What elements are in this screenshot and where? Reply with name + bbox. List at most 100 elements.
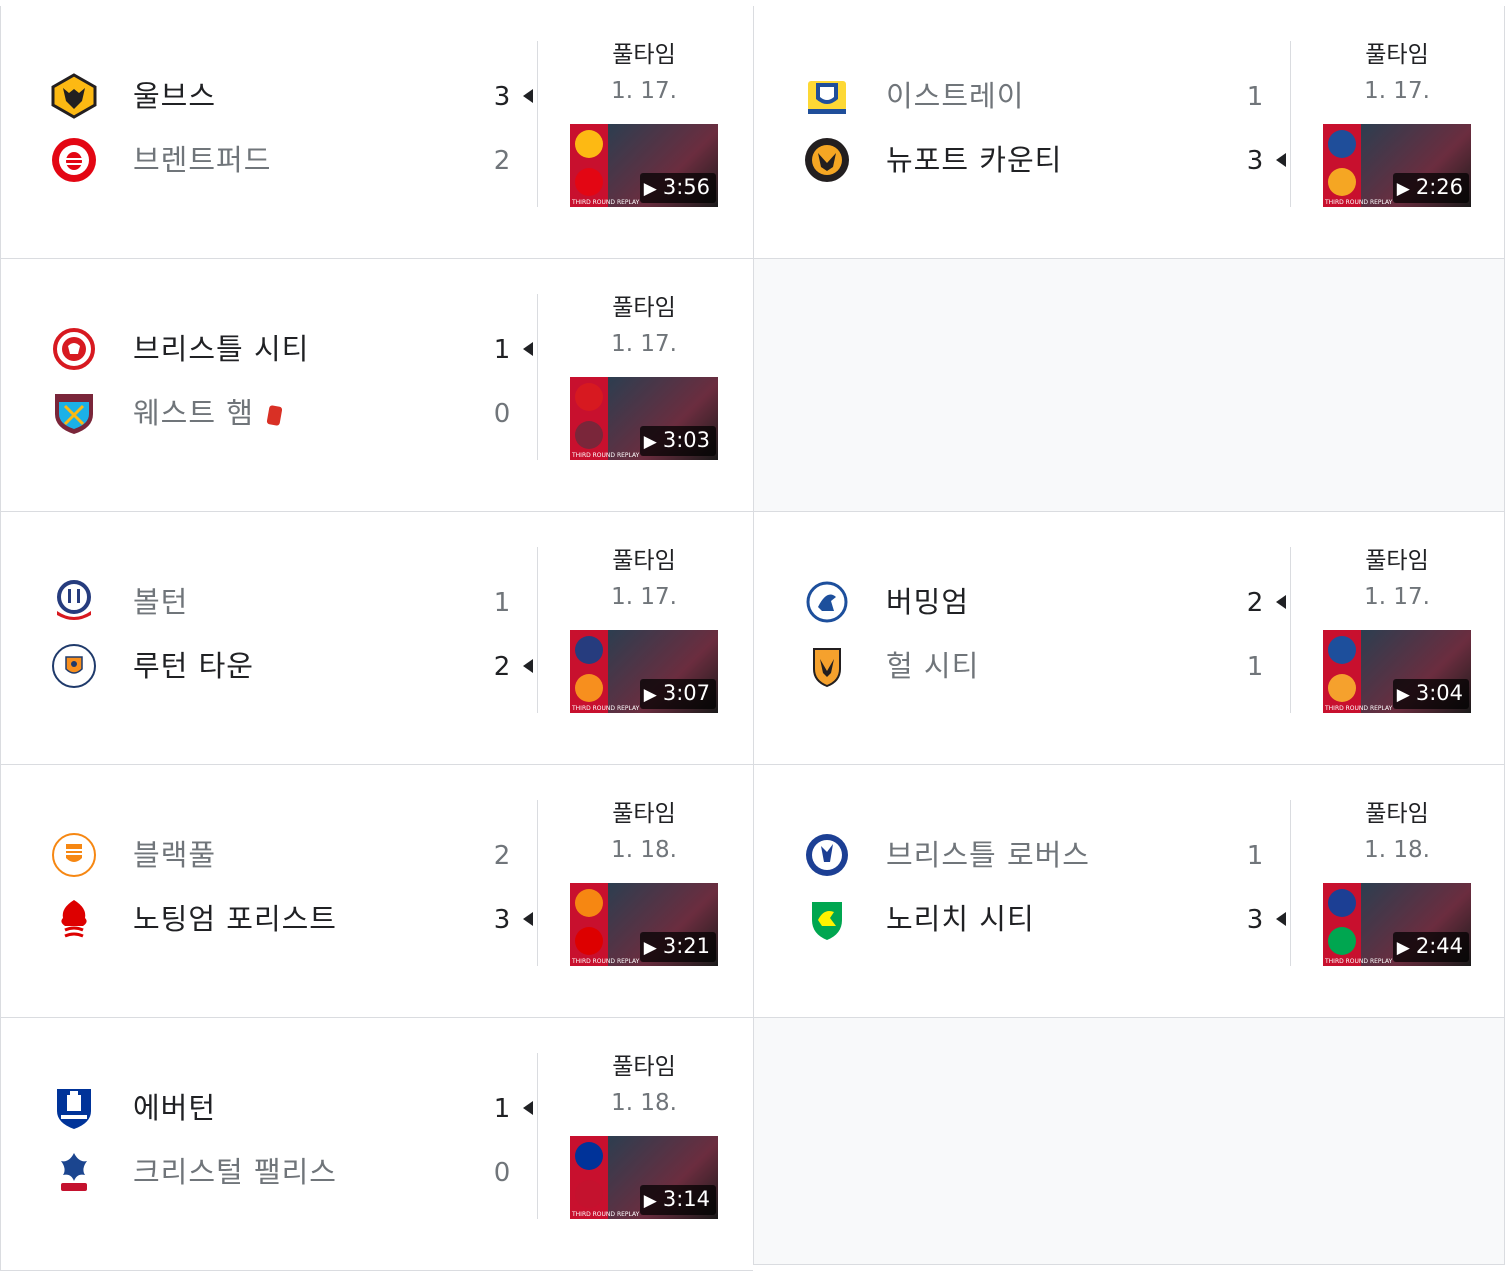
- team-name[interactable]: 노리치 시티: [886, 901, 1035, 937]
- video-duration: 3:04: [1415, 681, 1463, 705]
- highlight-video-thumbnail[interactable]: THIRD ROUND REPLAY ▶ 3:21: [570, 883, 718, 966]
- away-team-row[interactable]: 루턴 타운 2: [49, 640, 533, 692]
- play-icon: ▶: [643, 685, 657, 705]
- away-team-row[interactable]: 노팅엄 포리스트 3: [49, 893, 533, 945]
- home-team-row[interactable]: 블랙풀 2: [49, 829, 529, 881]
- match-status: 풀타임: [612, 548, 676, 574]
- video-caption: THIRD ROUND REPLAY: [572, 452, 640, 459]
- winner-arrow-icon: [523, 1101, 533, 1115]
- match-card[interactable]: 브리스틀 로버스 1 노리치 시티 3 풀타임 1. 18. THIRD ROUND REP…: [753, 765, 1505, 1018]
- bristol-city-crest-icon: [51, 326, 97, 372]
- team-name[interactable]: 울브스: [133, 78, 216, 114]
- team-name-label: 에버턴: [133, 1091, 217, 1125]
- play-icon: ▶: [643, 432, 657, 452]
- match-card[interactable]: 블랙풀 2 노팅엄 포리스트 3 풀타임 1. 18. THIRD ROUND REPLAY…: [0, 765, 753, 1018]
- winner-arrow-icon: [523, 659, 533, 673]
- match-card[interactable]: 이스트레이 1 뉴포트 카운티 3 풀타임 1. 17. THIRD ROUND REPLA…: [753, 6, 1505, 259]
- team-name[interactable]: 브리스틀 시티: [133, 331, 309, 367]
- highlight-video-thumbnail[interactable]: THIRD ROUND REPLAY ▶ 3:14: [570, 1136, 718, 1219]
- highlight-video-thumbnail[interactable]: THIRD ROUND REPLAY ▶ 3:56: [570, 124, 718, 207]
- team-score: 1: [1246, 841, 1264, 871]
- luton-town-crest-icon: [51, 643, 97, 689]
- play-icon: ▶: [1396, 685, 1410, 705]
- match-date: 1. 17.: [611, 331, 677, 357]
- away-team-row[interactable]: 뉴포트 카운티 3: [802, 134, 1286, 186]
- home-badge-icon: [575, 889, 603, 917]
- home-team-row[interactable]: 에버턴 1: [49, 1082, 533, 1134]
- match-date: 1. 17.: [611, 78, 677, 104]
- team-name[interactable]: 루턴 타운: [133, 648, 254, 684]
- match-date: 1. 17.: [611, 584, 677, 610]
- away-team-row[interactable]: 브렌트퍼드 2: [49, 134, 529, 186]
- video-caption: THIRD ROUND REPLAY: [572, 705, 640, 712]
- home-team-row[interactable]: 울브스 3: [49, 70, 533, 122]
- play-icon: ▶: [643, 938, 657, 958]
- team-name-label: 이스트레이: [886, 79, 1025, 113]
- home-team-row[interactable]: 이스트레이 1: [802, 70, 1282, 122]
- home-badge-icon: [1328, 889, 1356, 917]
- highlight-video-thumbnail[interactable]: THIRD ROUND REPLAY ▶ 3:04: [1323, 630, 1471, 713]
- away-team-row[interactable]: 헐 시티 1: [802, 640, 1282, 692]
- away-team-row[interactable]: 노리치 시티 3: [802, 893, 1286, 945]
- away-badge-icon: [1328, 927, 1356, 955]
- team-name[interactable]: 에버턴: [133, 1090, 216, 1126]
- highlight-video-thumbnail[interactable]: THIRD ROUND REPLAY ▶ 3:03: [570, 377, 718, 460]
- team-name-label: 브렌트퍼드: [133, 143, 272, 177]
- highlight-video-thumbnail[interactable]: THIRD ROUND REPLAY ▶ 3:07: [570, 630, 718, 713]
- team-score: 3: [1246, 905, 1264, 935]
- away-badge-icon: [575, 421, 603, 449]
- video-duration: 2:26: [1415, 175, 1463, 199]
- team-score: 3: [1246, 146, 1264, 176]
- match-card[interactable]: 버밍엄 2 헐 시티 1 풀타임 1. 17. THIRD ROUND REPLAY ▶ 3:0…: [753, 512, 1505, 765]
- team-name[interactable]: 노팅엄 포리스트: [133, 901, 337, 937]
- team-name[interactable]: 볼턴: [133, 584, 188, 620]
- away-team-row[interactable]: 크리스털 팰리스 0: [49, 1146, 529, 1198]
- video-duration: 3:14: [662, 1187, 710, 1211]
- video-duration-badge: ▶ 3:14: [639, 1185, 716, 1215]
- team-name[interactable]: 이스트레이: [886, 78, 1024, 114]
- bristol-rovers-crest-icon: [804, 832, 850, 878]
- vertical-divider: [537, 41, 538, 207]
- video-duration-badge: ▶ 3:04: [1392, 679, 1469, 709]
- team-score: 2: [493, 841, 511, 871]
- match-status: 풀타임: [612, 295, 676, 321]
- match-date: 1. 18.: [1364, 837, 1430, 863]
- team-name-label: 웨스트 햄: [133, 396, 254, 430]
- match-card[interactable]: 에버턴 1 크리스털 팰리스 0 풀타임 1. 18. THIRD ROUND REPLAY…: [0, 1018, 753, 1271]
- home-team-row[interactable]: 브리스틀 로버스 1: [802, 829, 1282, 881]
- home-team-row[interactable]: 버밍엄 2: [802, 576, 1286, 628]
- home-team-row[interactable]: 볼턴 1: [49, 576, 529, 628]
- team-name[interactable]: 헐 시티: [886, 648, 979, 684]
- team-name-label: 브리스틀 로버스: [886, 838, 1090, 872]
- team-name[interactable]: 브리스틀 로버스: [886, 837, 1090, 873]
- team-name[interactable]: 크리스털 팰리스: [133, 1154, 337, 1190]
- match-status: 풀타임: [612, 42, 676, 68]
- home-badge-icon: [575, 130, 603, 158]
- highlight-video-thumbnail[interactable]: THIRD ROUND REPLAY ▶ 2:26: [1323, 124, 1471, 207]
- match-card[interactable]: 브리스틀 시티 1 웨스트 햄 0 풀타임 1. 17. THIRD ROUND REPLA…: [0, 259, 753, 512]
- match-date: 1. 17.: [1364, 584, 1430, 610]
- winner-arrow-icon: [523, 912, 533, 926]
- team-name[interactable]: 버밍엄: [886, 584, 969, 620]
- home-team-row[interactable]: 브리스틀 시티 1: [49, 323, 533, 375]
- match-status: 풀타임: [612, 801, 676, 827]
- team-name-label: 볼턴: [133, 585, 189, 619]
- team-name[interactable]: 뉴포트 카운티: [886, 142, 1062, 178]
- video-caption: THIRD ROUND REPLAY: [1325, 199, 1393, 206]
- team-name[interactable]: 블랙풀: [133, 837, 216, 873]
- team-name-label: 노리치 시티: [886, 902, 1035, 936]
- brentford-crest-icon: [51, 137, 97, 183]
- match-card[interactable]: 볼턴 1 루턴 타운 2 풀타임 1. 17. THIRD ROUND REPLAY ▶ 3:0…: [0, 512, 753, 765]
- team-name[interactable]: 브렌트퍼드: [133, 142, 271, 178]
- vertical-divider: [1290, 800, 1291, 966]
- vertical-divider: [537, 1053, 538, 1219]
- winner-arrow-icon: [1276, 153, 1286, 167]
- team-name[interactable]: 웨스트 햄: [133, 395, 283, 431]
- match-date: 1. 17.: [1364, 78, 1430, 104]
- video-duration-badge: ▶ 2:26: [1392, 173, 1469, 203]
- empty-cell: [753, 1018, 1505, 1265]
- video-duration-badge: ▶ 2:44: [1392, 932, 1469, 962]
- highlight-video-thumbnail[interactable]: THIRD ROUND REPLAY ▶ 2:44: [1323, 883, 1471, 966]
- away-team-row[interactable]: 웨스트 햄 0: [49, 387, 529, 439]
- match-card[interactable]: 울브스 3 브렌트퍼드 2 풀타임 1. 17. THIRD ROUND REPLAY ▶ 3:…: [0, 6, 753, 259]
